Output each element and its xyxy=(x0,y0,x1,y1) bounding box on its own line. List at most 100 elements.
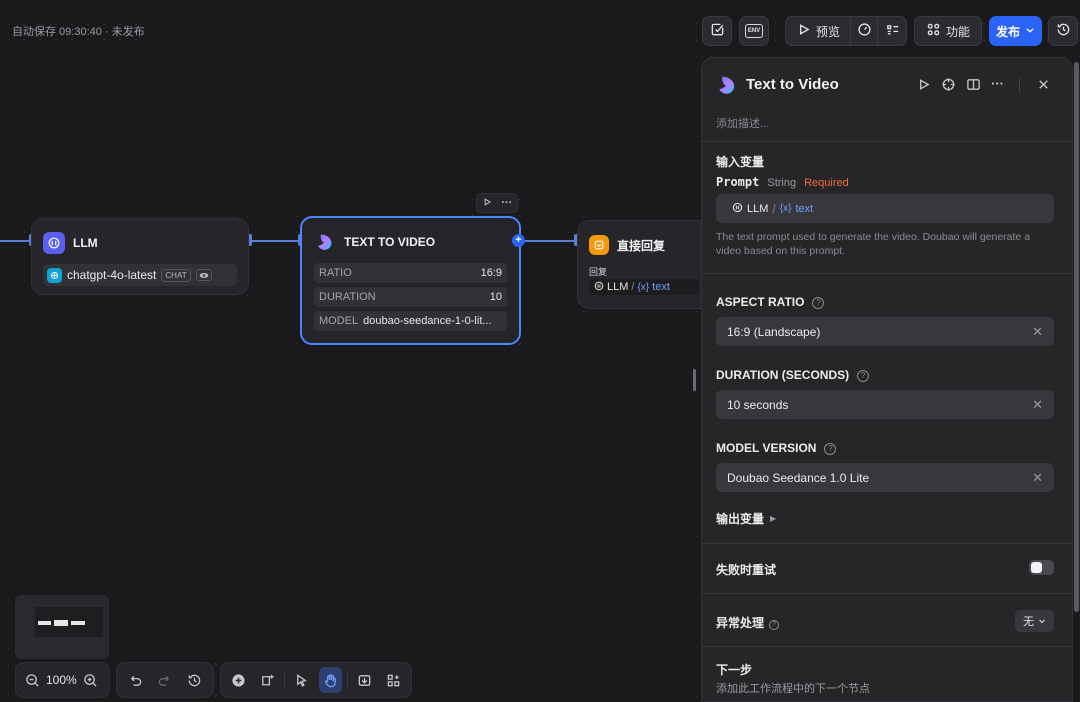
divider xyxy=(702,273,1072,274)
zoom-level[interactable]: 100% xyxy=(46,673,77,687)
export-image-icon[interactable] xyxy=(353,667,377,693)
list-check-icon xyxy=(885,22,900,40)
clear-icon[interactable]: ✕ xyxy=(1032,470,1043,486)
history-icon xyxy=(1056,22,1071,40)
error-handling-select[interactable]: 无 xyxy=(1015,610,1054,632)
retry-label: 失败时重试 xyxy=(716,563,777,577)
divider xyxy=(702,543,1072,544)
preview-button[interactable]: 预览 xyxy=(785,16,851,46)
eye-icon xyxy=(195,269,212,281)
canvas-resize-handle[interactable] xyxy=(693,369,696,391)
duration-select[interactable]: 10 seconds ✕ xyxy=(716,390,1054,419)
close-icon[interactable] xyxy=(1036,77,1051,95)
run-step-icon[interactable] xyxy=(916,77,931,95)
redo-icon[interactable] xyxy=(152,667,177,693)
t2v-params: RATIO 16:9 DURATION 10 MODEL doubao-seedanc… xyxy=(314,263,507,331)
publish-label: 发布 xyxy=(995,24,1020,39)
doubao-logo-icon xyxy=(314,231,336,253)
more-icon[interactable]: ··· xyxy=(501,198,512,209)
env-button[interactable]: ENV xyxy=(739,16,769,46)
t2v-param-ratio: RATIO 16:9 xyxy=(314,263,507,283)
node-config-panel: Text to Video ··· 添加描述... 输入变量 Prompt St… xyxy=(701,57,1073,702)
node-mini-toolbar: ··· xyxy=(476,193,518,213)
canvas-tools xyxy=(220,662,412,698)
prompt-help-text: The text prompt used to generate the vid… xyxy=(716,231,1031,257)
panel-title[interactable]: Text to Video xyxy=(746,76,839,93)
help-icon[interactable]: ? xyxy=(824,442,837,455)
split-view-icon[interactable] xyxy=(966,77,981,95)
llm-small-icon xyxy=(594,281,604,294)
help-icon[interactable]: ? xyxy=(769,619,780,630)
publish-button[interactable]: 发布 xyxy=(989,16,1042,46)
checklist-list-button[interactable] xyxy=(877,16,907,46)
duration-value: 10 seconds xyxy=(727,397,789,412)
description-input[interactable]: 添加描述... xyxy=(716,115,769,131)
zoom-controls: 100% xyxy=(15,662,110,698)
pointer-icon[interactable] xyxy=(290,667,314,693)
hand-icon[interactable] xyxy=(318,667,343,693)
add-node-icon[interactable] xyxy=(227,667,251,693)
llm-node-icon xyxy=(43,232,65,254)
param-value: doubao-seedance-1-0-lit... xyxy=(363,315,492,327)
model-mode-tag: CHAT xyxy=(161,268,191,282)
llm-node[interactable]: LLM chatgpt-4o-latest CHAT xyxy=(31,218,249,295)
error-handling-heading: 异常处理? xyxy=(716,614,780,631)
retry-toggle[interactable] xyxy=(1029,560,1054,575)
connection-edge[interactable] xyxy=(250,240,300,242)
error-handling-value: 无 xyxy=(1023,616,1034,628)
panel-scrollbar[interactable] xyxy=(1074,62,1079,612)
run-history-button[interactable] xyxy=(850,16,878,46)
history-controls xyxy=(116,662,214,698)
clear-icon[interactable]: ✕ xyxy=(1032,397,1043,413)
features-button[interactable]: 功能 xyxy=(914,16,982,46)
help-icon[interactable]: ? xyxy=(857,369,870,382)
reply-field-label: 回复 xyxy=(589,267,608,277)
checklist-button[interactable] xyxy=(702,16,732,46)
toolbar-divider xyxy=(284,672,285,688)
output-vars-toggle[interactable]: 输出变量 ▶ xyxy=(716,510,776,527)
model-version-select[interactable]: Doubao Seedance 1.0 Lite ✕ xyxy=(716,463,1054,492)
more-icon[interactable]: ··· xyxy=(991,76,1004,91)
next-step-heading: 下一步 xyxy=(716,663,753,677)
aspect-ratio-value: 16:9 (Landscape) xyxy=(727,324,821,339)
llm-small-icon xyxy=(732,202,743,216)
prompt-required: Required xyxy=(804,177,849,189)
minimap-node xyxy=(71,621,85,625)
t2v-param-duration: DURATION 10 xyxy=(314,287,507,307)
minimap-node xyxy=(54,620,68,626)
connection-edge[interactable] xyxy=(520,240,578,242)
model-version-label: MODEL VERSION xyxy=(716,441,817,455)
undo-icon[interactable] xyxy=(123,667,148,693)
param-key: MODEL xyxy=(319,315,359,327)
env-icon: ENV xyxy=(744,24,764,38)
caret-right-icon: ▶ xyxy=(770,514,777,523)
toggle-knob xyxy=(1031,562,1042,573)
version-history-button[interactable] xyxy=(1048,16,1078,46)
text-to-video-node[interactable]: TEXT TO VIDEO RATIO 16:9 DURATION 10 MODEL… xyxy=(300,216,521,345)
zoom-out-icon[interactable] xyxy=(22,667,42,693)
organize-layout-icon[interactable] xyxy=(381,667,405,693)
divider xyxy=(702,593,1072,594)
prompt-label: Prompt xyxy=(716,175,760,189)
apps-icon xyxy=(926,22,941,40)
input-vars-heading: 输入变量 xyxy=(716,155,765,169)
add-next-node-plus-icon[interactable]: + xyxy=(512,234,525,247)
error-handling-label: 异常处理 xyxy=(716,616,765,630)
zoom-in-icon[interactable] xyxy=(81,667,101,693)
crosshair-icon[interactable] xyxy=(941,77,956,95)
run-node-icon[interactable] xyxy=(482,196,492,210)
connection-edge[interactable] xyxy=(0,240,30,242)
reply-node-title: 直接回复 xyxy=(617,238,666,253)
duration-heading: DURATION (SECONDS)? xyxy=(716,368,870,382)
help-icon[interactable]: ? xyxy=(812,296,825,309)
prompt-input[interactable]: LLM / {x} text xyxy=(716,194,1054,223)
minimap[interactable] xyxy=(15,595,109,659)
llm-model-name: chatgpt-4o-latest xyxy=(67,268,157,282)
llm-model-selector[interactable]: chatgpt-4o-latest CHAT xyxy=(43,264,237,286)
openai-icon xyxy=(47,267,62,283)
aspect-ratio-heading: ASPECT RATIO? xyxy=(716,295,825,309)
change-history-icon[interactable] xyxy=(182,667,207,693)
add-note-icon[interactable] xyxy=(256,667,280,693)
aspect-ratio-select[interactable]: 16:9 (Landscape) ✕ xyxy=(716,317,1054,346)
clear-icon[interactable]: ✕ xyxy=(1032,324,1043,340)
